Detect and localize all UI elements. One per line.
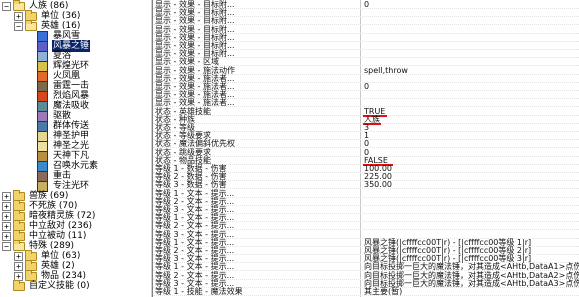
object-tree[interactable]: − 人族 (86) + 单位 (36) − 英雄 (16) 暴风雪 风暴之锤 夏浴 辉煌光环 火凤凰… <box>0 0 150 297</box>
folder-icon <box>13 280 25 291</box>
property-grid[interactable]: 显示 - 效果 - 目标附... 0 显示 - 效果 - 目标附... 显示 - 效果… <box>153 0 579 297</box>
tree-item[interactable]: 自定义技能 (0) <box>0 280 150 292</box>
property-name: 等级 1 - 技能 - 魔法效果 <box>155 287 243 296</box>
tree-item-label: 自定义技能 (0) <box>29 281 90 291</box>
property-row[interactable]: 等级 1 - 技能 - 魔法效果 其主要(暂) <box>153 287 579 296</box>
property-value[interactable]: 其主要(暂) <box>364 287 579 296</box>
